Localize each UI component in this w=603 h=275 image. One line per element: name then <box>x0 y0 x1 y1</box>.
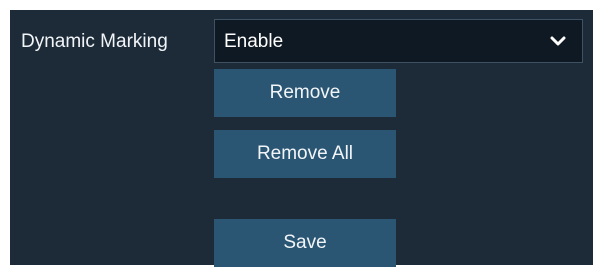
remove-button[interactable]: Remove <box>214 69 396 117</box>
chevron-down-icon <box>550 36 566 46</box>
remove-all-button[interactable]: Remove All <box>214 130 396 178</box>
dynamic-marking-value: Enable <box>224 31 284 52</box>
settings-panel: Dynamic Marking Enable Remove Remove All… <box>10 10 593 267</box>
dynamic-marking-label: Dynamic Marking <box>21 31 168 52</box>
dynamic-marking-select[interactable]: Enable <box>214 19 583 63</box>
save-button[interactable]: Save <box>214 219 396 267</box>
